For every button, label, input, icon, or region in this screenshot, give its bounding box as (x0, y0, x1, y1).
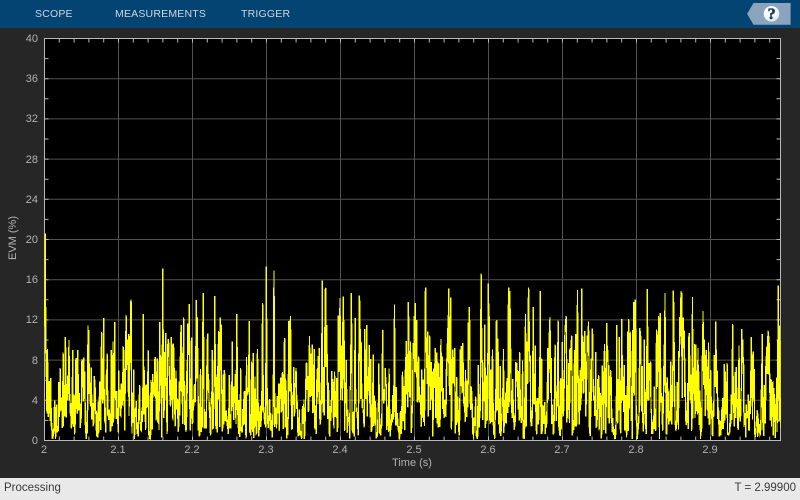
svg-text:?: ? (768, 6, 776, 23)
